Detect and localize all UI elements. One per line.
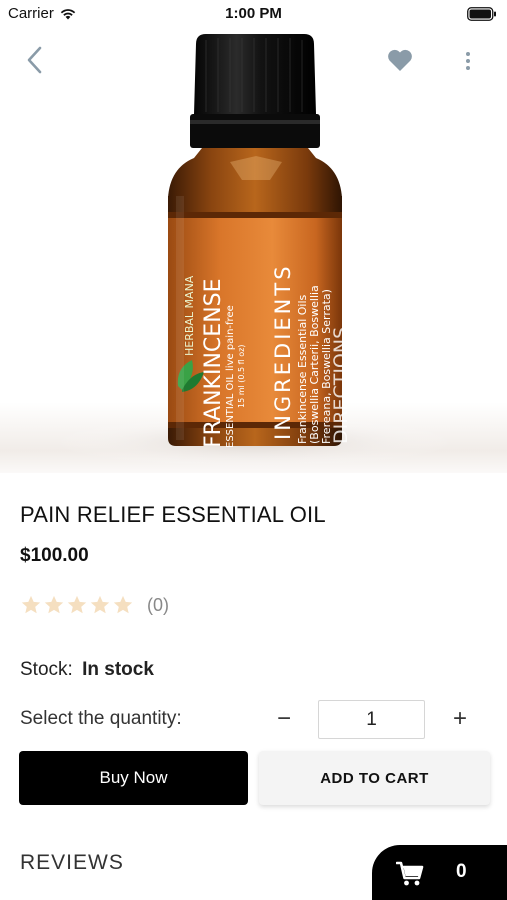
back-chevron-icon[interactable] (20, 45, 50, 75)
star-icon (67, 595, 87, 614)
battery-icon (467, 7, 496, 21)
status-time: 1:00 PM (225, 5, 282, 22)
cart-button[interactable]: 0 (372, 845, 507, 900)
product-image: HERBAL MANA FRANKINCENSE ESSENTIAL OIL l… (0, 30, 507, 473)
status-bar: Carrier 1:00 PM (0, 0, 507, 30)
stock-label: Stock: (20, 659, 73, 680)
quantity-decrease-button[interactable]: − (272, 705, 296, 735)
product-price: $100.00 (20, 545, 89, 566)
star-icon (21, 595, 41, 614)
cart-count-badge: 0 (456, 861, 467, 882)
star-icon (90, 595, 110, 614)
bottle-subtitle-text: ESSENTIAL OIL live pain-free (225, 305, 236, 448)
shopping-cart-icon (396, 861, 424, 886)
stock-row: Stock: In stock (20, 659, 154, 681)
stock-value: In stock (82, 659, 154, 680)
star-icon (44, 595, 64, 614)
bottle-size-text: 15 ml (0.5 fl oz) (237, 345, 246, 408)
rating-row: (0) (20, 594, 169, 616)
star-icon (113, 595, 133, 614)
product-title: PAIN RELIEF ESSENTIAL OIL (20, 502, 326, 527)
bottle-name-text: FRANKINCENSE (201, 278, 226, 448)
heart-icon[interactable] (386, 47, 414, 73)
add-to-cart-button[interactable]: ADD TO CART (259, 751, 490, 805)
bottle-ingredients-heading: INGREDIENTS (271, 263, 295, 440)
review-count: (0) (147, 594, 169, 615)
bottle-directions-text: DIRECTIONS (330, 327, 352, 444)
quantity-input[interactable]: 1 (318, 700, 425, 739)
bottle-brand-text: HERBAL MANA (183, 275, 196, 356)
essential-oil-bottle-image: HERBAL MANA FRANKINCENSE ESSENTIAL OIL l… (54, 34, 454, 468)
more-vertical-icon[interactable] (456, 47, 480, 75)
buy-now-button[interactable]: Buy Now (19, 751, 248, 805)
reviews-heading: REVIEWS (20, 851, 124, 874)
quantity-label: Select the quantity: (20, 708, 182, 729)
product-detail-screen: Carrier 1:00 PM HERBAL MANA FRANKINCENSE… (0, 0, 507, 900)
quantity-increase-button[interactable]: + (448, 705, 472, 735)
